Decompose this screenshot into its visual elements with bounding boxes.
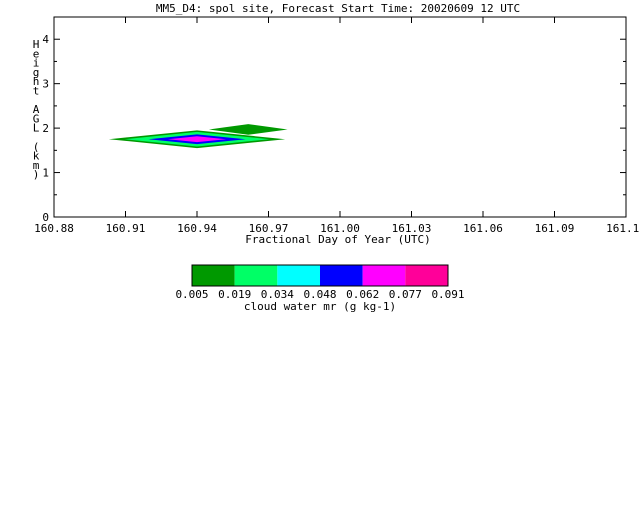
y-tick-label: 1 <box>42 167 49 180</box>
x-tick-label: 161.12 <box>606 222 640 235</box>
colorbar: 0.005 0.019 0.034 0.048 0.062 0.077 0.091 <box>175 264 465 301</box>
colorbar-swatch <box>192 265 235 286</box>
colorbar-tick-label: 0.091 <box>431 288 464 301</box>
x-tick-label: 161.06 <box>463 222 503 235</box>
colorbar-swatch <box>277 265 320 286</box>
colorbar-label: cloud water mr (g kg-1) <box>244 300 396 313</box>
y-tick-label: 0 <box>42 211 49 224</box>
y-tick-label: 3 <box>42 78 49 91</box>
chart-title: MM5_D4: spol site, Forecast Start Time: … <box>156 2 520 15</box>
x-tick-label: 160.88 <box>34 222 74 235</box>
colorbar-swatch <box>234 265 278 286</box>
colorbar-swatch <box>320 265 363 286</box>
y-label-char: t <box>33 85 40 98</box>
y-axis-label: HeightAGL(km) <box>33 38 40 181</box>
y-tick-label: 4 <box>42 33 49 46</box>
x-tick-label: 160.91 <box>106 222 146 235</box>
colorbar-swatch <box>362 265 406 286</box>
chart-svg: MM5_D4: spol site, Forecast Start Time: … <box>33 2 640 313</box>
x-tick-label: 161.09 <box>535 222 575 235</box>
colorbar-swatch <box>405 265 448 286</box>
x-tick-label: 160.94 <box>177 222 217 235</box>
x-axis-label: Fractional Day of Year (UTC) <box>245 233 430 246</box>
y-label-char: L <box>33 122 40 135</box>
y-label-char: ) <box>33 168 40 181</box>
cloud-features <box>108 124 288 149</box>
y-tick-label: 2 <box>42 122 49 135</box>
colorbar-tick-label: 0.005 <box>175 288 208 301</box>
x-axis: 160.88 160.91 160.94 160.97 161.00 161.03 161.… <box>34 17 640 235</box>
y-axis: 0 1 2 3 4 <box>42 33 626 224</box>
plot-frame <box>53 16 627 218</box>
